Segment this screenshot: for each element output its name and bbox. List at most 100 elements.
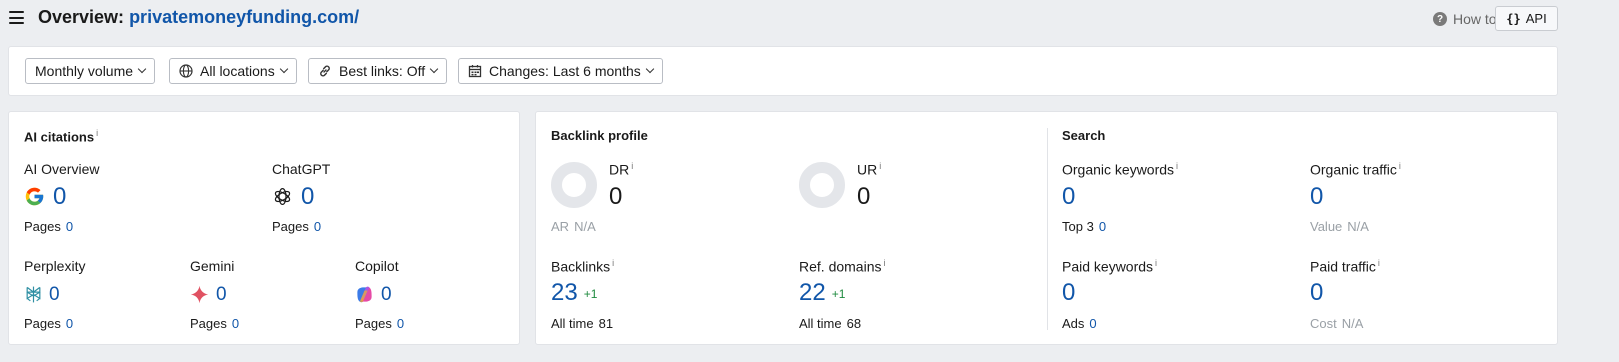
chatgpt-value[interactable]: 0 (301, 183, 314, 211)
gemini-label: Gemini (190, 258, 235, 274)
organic-keywords-label-text: Organic keywords (1062, 161, 1175, 178)
link-icon (320, 65, 330, 77)
info-icon[interactable]: i (612, 258, 614, 268)
help-icon: ? (1433, 12, 1447, 26)
chatgpt-label: ChatGPT (272, 161, 331, 177)
ref-domains-label: Ref. domains i (799, 258, 885, 275)
ur-label: UR i (857, 161, 881, 178)
page-title: Overview: privatemoneyfunding.com/ (38, 7, 359, 28)
ai-overview-value[interactable]: 0 (53, 183, 66, 211)
ref-domains-value-row: 22 +1 (799, 279, 845, 307)
organic-keywords-label: Organic keywords i (1062, 161, 1178, 178)
changes-period-dropdown[interactable]: Changes: Last 6 months (458, 58, 663, 84)
backlinks-value[interactable]: 23 (551, 279, 578, 306)
pages-value[interactable]: 0 (66, 316, 73, 331)
ar-stat: AR N/A (551, 219, 596, 234)
organic-traffic-value[interactable]: 0 (1310, 183, 1323, 211)
search-title: Search (1062, 128, 1106, 143)
pages-label: Pages (190, 316, 227, 331)
google-icon (25, 187, 44, 206)
api-button[interactable]: {} API (1495, 6, 1558, 31)
target-domain-link[interactable]: privatemoneyfunding.com/ (129, 7, 359, 27)
backlink-search-card: Backlink profile DR i 0 AR N/A UR i 0 Backl… (535, 111, 1558, 345)
paid-traffic-label-text: Paid traffic (1310, 258, 1376, 275)
top3-value[interactable]: 0 (1099, 219, 1106, 234)
cost-value: N/A (1341, 316, 1364, 331)
info-icon[interactable]: i (1399, 161, 1401, 171)
globe-icon (179, 64, 193, 78)
info-icon[interactable]: i (879, 161, 881, 171)
ai-overview-label: AI Overview (24, 161, 100, 177)
paid-keywords-label-text: Paid keywords (1062, 258, 1154, 275)
ads-stat: Ads 0 (1062, 316, 1097, 331)
traffic-value-label: Value (1310, 219, 1343, 234)
copilot-pages: Pages 0 (355, 316, 404, 331)
ai-overview-pages: Pages 0 (24, 219, 73, 234)
ref-domains-value[interactable]: 22 (799, 279, 826, 306)
location-dropdown[interactable]: All locations (169, 58, 297, 84)
paid-keywords-value[interactable]: 0 (1062, 279, 1075, 307)
ref-domains-label-text: Ref. domains (799, 258, 882, 275)
info-icon[interactable]: i (1378, 258, 1380, 268)
copilot-label: Copilot (355, 258, 399, 274)
chatgpt-icon (274, 188, 291, 205)
ads-label: Ads (1062, 316, 1085, 331)
perplexity-pages: Pages 0 (24, 316, 73, 331)
menu-icon[interactable] (9, 11, 24, 24)
all-time-label: All time (551, 316, 594, 331)
info-icon[interactable]: i (96, 128, 98, 138)
dr-label: DR i (609, 161, 633, 178)
calendar-icon (468, 65, 482, 78)
pages-value[interactable]: 0 (397, 316, 404, 331)
organic-keywords-value[interactable]: 0 (1062, 183, 1075, 211)
info-icon[interactable]: i (631, 161, 633, 171)
info-icon[interactable]: i (883, 258, 885, 268)
chevron-down-icon (645, 64, 655, 74)
top-bar: Overview: privatemoneyfunding.com/ ? How… (0, 0, 1619, 38)
all-time-label: All time (799, 316, 842, 331)
dr-value: 0 (609, 183, 623, 210)
all-time-value: 68 (846, 316, 862, 331)
all-time-value: 81 (598, 316, 614, 331)
page-title-prefix: Overview: (38, 7, 125, 27)
paid-keywords-label: Paid keywords i (1062, 258, 1157, 275)
volume-mode-dropdown[interactable]: Monthly volume (25, 58, 156, 84)
changes-period-label: Changes: Last 6 months (489, 63, 641, 79)
traffic-value-stat: Value N/A (1310, 219, 1369, 234)
backlink-profile-title: Backlink profile (551, 128, 648, 143)
organic-traffic-label-text: Organic traffic (1310, 161, 1397, 178)
chatgpt-pages: Pages 0 (272, 219, 321, 234)
pages-label: Pages (24, 219, 61, 234)
backlinks-label-text: Backlinks (551, 258, 611, 275)
traffic-value-value: N/A (1347, 219, 1369, 234)
code-braces-icon: {} (1506, 11, 1521, 26)
top3-stat: Top 3 0 (1062, 219, 1106, 234)
info-icon[interactable]: i (1155, 258, 1157, 268)
gemini-value[interactable]: 0 (216, 284, 227, 306)
gemini-icon (190, 285, 209, 304)
pages-value[interactable]: 0 (66, 219, 73, 234)
ai-citations-card: AI citations i AI Overview 0 Pages 0 ChatG… (8, 111, 520, 345)
pages-label: Pages (24, 316, 61, 331)
dr-label-text: DR (609, 161, 630, 178)
backlinks-all-time: All time 81 (551, 316, 613, 331)
copilot-icon (357, 286, 372, 303)
copilot-value[interactable]: 0 (381, 284, 392, 306)
backlinks-value-row: 23 +1 (551, 279, 597, 307)
gemini-pages: Pages 0 (190, 316, 239, 331)
info-icon[interactable]: i (1176, 161, 1178, 171)
volume-mode-label: Monthly volume (35, 63, 134, 79)
chevron-down-icon (279, 64, 288, 74)
location-label: All locations (200, 63, 275, 79)
pages-value[interactable]: 0 (314, 219, 321, 234)
backlinks-label: Backlinks i (551, 258, 614, 275)
ads-value[interactable]: 0 (1089, 316, 1096, 331)
ref-domains-all-time: All time 68 (799, 316, 861, 331)
pages-value[interactable]: 0 (232, 316, 239, 331)
paid-traffic-value[interactable]: 0 (1310, 279, 1323, 307)
top3-label: Top 3 (1062, 219, 1094, 234)
best-links-dropdown[interactable]: Best links: Off (308, 58, 448, 84)
perplexity-value[interactable]: 0 (49, 284, 60, 306)
ar-value: N/A (574, 219, 596, 234)
filter-bar: Monthly volume All locations Best links:… (8, 46, 1558, 96)
